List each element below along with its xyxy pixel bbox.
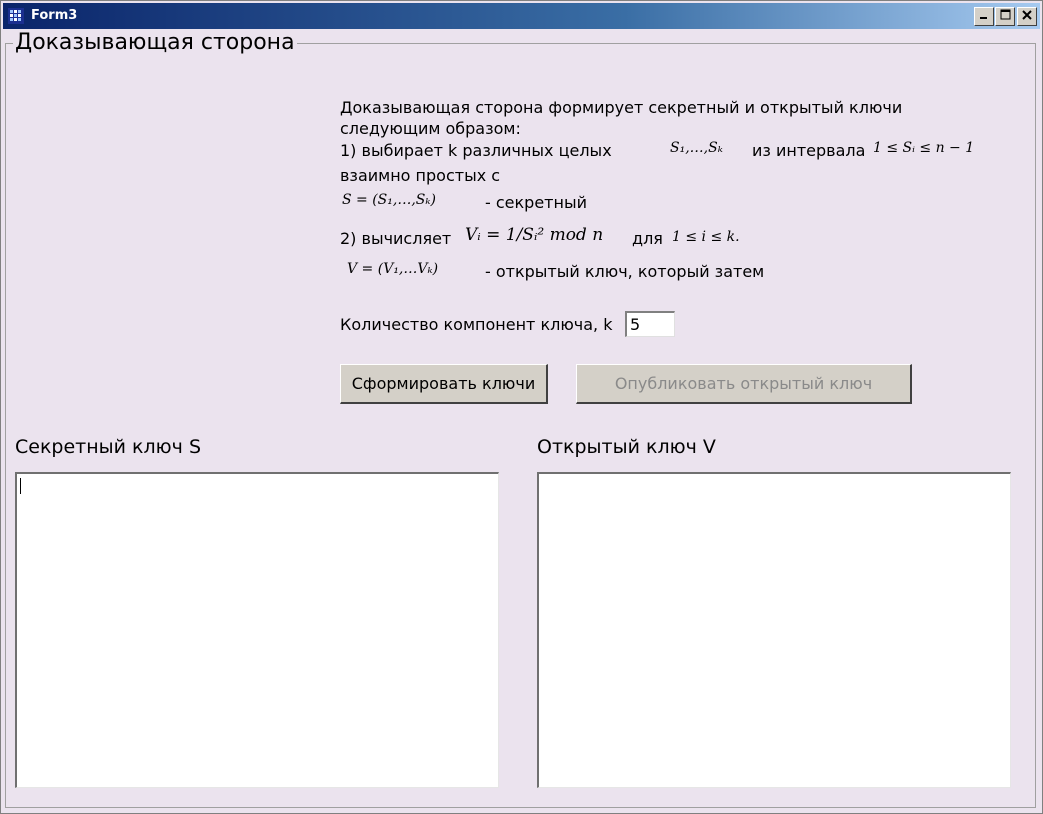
description-line: для xyxy=(632,229,663,248)
generate-keys-button[interactable]: Сформировать ключи xyxy=(340,364,548,404)
text-caret xyxy=(20,478,21,494)
description-line: 1) выбирает k различных целых xyxy=(340,141,612,160)
formula-range: 1 ≤ i ≤ k. xyxy=(672,229,740,245)
title-bar[interactable]: Form3 xyxy=(3,3,1040,29)
formula-secret-key: S = (S₁,…,Sₖ) xyxy=(342,192,436,208)
formula-s-list: S₁,…,Sₖ xyxy=(670,140,723,156)
description-line: - секретный xyxy=(485,193,587,212)
description-line: взаимно простых с xyxy=(340,166,501,185)
k-label: Количество компонент ключа, k xyxy=(340,315,613,334)
app-icon xyxy=(8,8,24,24)
public-key-label: Открытый ключ V xyxy=(537,436,716,458)
description-line: из интервала xyxy=(752,141,866,160)
close-icon xyxy=(1022,10,1032,20)
description-line: - открытый ключ, который затем xyxy=(485,262,765,281)
description-line: следующим образом: xyxy=(340,119,521,138)
publish-public-key-button[interactable]: Опубликовать открытый ключ xyxy=(576,364,912,404)
secret-key-label: Секретный ключ S xyxy=(15,436,202,458)
window-title: Form3 xyxy=(31,8,78,23)
maximize-icon xyxy=(1000,9,1010,20)
description-line: 2) вычисляет xyxy=(340,229,452,248)
formula-v: Vᵢ = 1/Sᵢ² mod n xyxy=(465,225,604,245)
minimize-icon xyxy=(980,17,987,19)
main-window: Form3 Доказывающая сторона Доказывающая … xyxy=(0,0,1043,814)
minimize-button[interactable] xyxy=(974,7,994,26)
public-key-memo[interactable] xyxy=(537,472,1011,788)
description-line: Доказывающая сторона формирует секретный… xyxy=(340,98,903,117)
k-input[interactable] xyxy=(625,311,675,337)
formula-public-key: V = (V₁,…Vₖ) xyxy=(347,261,439,277)
secret-key-memo[interactable] xyxy=(15,472,499,788)
description-panel: Доказывающая сторона формирует секретный… xyxy=(340,98,990,286)
formula-interval: 1 ≤ Sᵢ ≤ n − 1 xyxy=(873,140,975,156)
group-title: Доказывающая сторона xyxy=(13,30,297,55)
maximize-button[interactable] xyxy=(995,7,1015,26)
close-button[interactable] xyxy=(1017,7,1037,26)
